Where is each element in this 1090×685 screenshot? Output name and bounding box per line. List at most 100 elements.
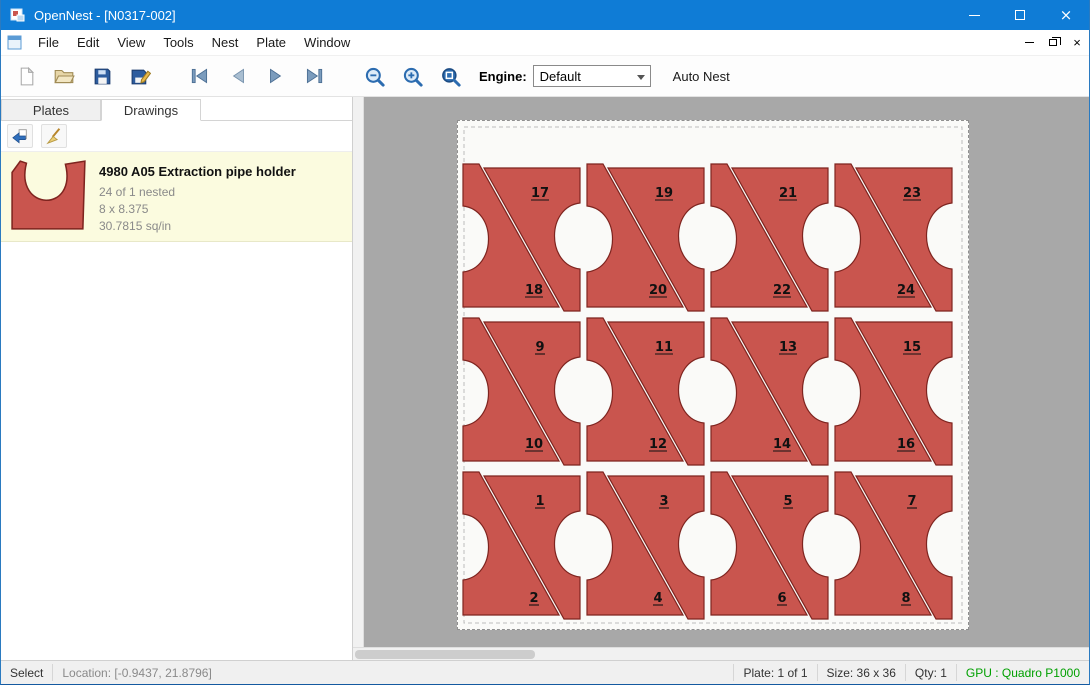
tabstrip: Plates Drawings bbox=[1, 97, 352, 121]
auto-nest-label[interactable]: Auto Nest bbox=[673, 69, 730, 84]
new-document-icon bbox=[16, 66, 37, 87]
nest-pair: 1718 bbox=[463, 164, 580, 311]
pan-to-part-icon bbox=[11, 127, 29, 145]
part-number: 15 bbox=[903, 340, 921, 355]
go-previous-button[interactable] bbox=[221, 60, 255, 92]
save-edit-icon bbox=[130, 66, 151, 87]
status-qty: Qty: 1 bbox=[906, 661, 956, 684]
nest-pair: 1516 bbox=[835, 318, 952, 465]
clear-button[interactable] bbox=[41, 124, 67, 148]
menu-view[interactable]: View bbox=[108, 31, 154, 54]
part-number: 21 bbox=[779, 186, 797, 201]
go-first-button[interactable] bbox=[183, 60, 217, 92]
drawing-nested-count: 24 of 1 nested bbox=[99, 184, 296, 201]
zoom-fit-button[interactable] bbox=[433, 60, 467, 92]
status-mode: Select bbox=[1, 661, 52, 684]
menu-tools[interactable]: Tools bbox=[154, 31, 202, 54]
nest-parts-root: 171819202122232491011121314151612345678 bbox=[463, 164, 952, 619]
part-number: 5 bbox=[783, 494, 792, 509]
mdi-close-button[interactable]: × bbox=[1065, 32, 1089, 54]
maximize-icon bbox=[1015, 10, 1025, 20]
part-number: 1 bbox=[535, 494, 544, 509]
engine-select[interactable]: Default bbox=[533, 65, 651, 87]
zoom-in-button[interactable] bbox=[395, 60, 429, 92]
menu-nest[interactable]: Nest bbox=[203, 31, 248, 54]
close-button[interactable]: × bbox=[1043, 0, 1089, 30]
go-next-icon bbox=[265, 65, 287, 87]
drawing-area: 30.7815 sq/in bbox=[99, 218, 296, 235]
go-first-icon bbox=[189, 65, 211, 87]
part-number: 24 bbox=[897, 283, 915, 298]
statusbar: Select Location: [-0.9437, 21.8796] Plat… bbox=[1, 660, 1089, 684]
menu-file[interactable]: File bbox=[29, 31, 68, 54]
app-icon bbox=[10, 7, 26, 23]
part-number: 13 bbox=[779, 340, 797, 355]
menubar: File Edit View Tools Nest Plate Window × bbox=[1, 30, 1089, 56]
part-thumbnail bbox=[9, 158, 89, 232]
nest-canvas[interactable]: 171819202122232491011121314151612345678 bbox=[353, 97, 1089, 660]
horizontal-scrollbar[interactable] bbox=[353, 647, 1089, 660]
part-number: 16 bbox=[897, 437, 915, 452]
nest-pair: 1920 bbox=[587, 164, 704, 311]
mdi-close-icon: × bbox=[1073, 36, 1081, 49]
toolbar: Engine: Default Auto Nest bbox=[1, 56, 1089, 97]
menu-plate[interactable]: Plate bbox=[247, 31, 295, 54]
part-number: 10 bbox=[525, 437, 543, 452]
maximize-button[interactable] bbox=[997, 0, 1043, 30]
left-panel: Plates Drawings bbox=[1, 97, 353, 660]
part-number: 4 bbox=[653, 591, 662, 606]
open-button[interactable] bbox=[47, 60, 81, 92]
plate[interactable]: 171819202122232491011121314151612345678 bbox=[457, 120, 969, 630]
go-last-icon bbox=[303, 65, 325, 87]
status-location: Location: [-0.9437, 21.8796] bbox=[53, 661, 220, 684]
part-number: 22 bbox=[773, 283, 791, 298]
zoom-out-icon bbox=[363, 65, 386, 88]
nest-pair: 910 bbox=[463, 318, 580, 465]
part-number: 23 bbox=[903, 186, 921, 201]
engine-value: Default bbox=[540, 69, 581, 84]
mdi-restore-icon bbox=[1049, 39, 1057, 46]
pan-to-part-button[interactable] bbox=[7, 124, 33, 148]
menu-edit[interactable]: Edit bbox=[68, 31, 108, 54]
drawing-dimensions: 8 x 8.375 bbox=[99, 201, 296, 218]
tab-plates[interactable]: Plates bbox=[1, 99, 101, 120]
mdi-restore-button[interactable] bbox=[1041, 32, 1065, 54]
window-title: OpenNest - [N0317-002] bbox=[34, 8, 951, 23]
menu-window[interactable]: Window bbox=[295, 31, 359, 54]
part-number: 7 bbox=[907, 494, 916, 509]
part-number: 18 bbox=[525, 283, 543, 298]
mdi-child-icon bbox=[7, 35, 23, 51]
save-icon bbox=[92, 66, 113, 87]
nest-parts-svg: 171819202122232491011121314151612345678 bbox=[458, 121, 968, 629]
scrollbar-thumb[interactable] bbox=[355, 650, 535, 659]
part-number: 19 bbox=[655, 186, 673, 201]
main-area: Plates Drawings bbox=[1, 97, 1089, 660]
new-button[interactable] bbox=[9, 60, 43, 92]
save-button[interactable] bbox=[85, 60, 119, 92]
save-as-button[interactable] bbox=[123, 60, 157, 92]
minimize-button[interactable] bbox=[951, 0, 997, 30]
part-number: 14 bbox=[773, 437, 791, 452]
close-icon: × bbox=[1060, 8, 1073, 23]
nest-pair: 12 bbox=[463, 472, 580, 619]
go-previous-icon bbox=[227, 65, 249, 87]
part-number: 2 bbox=[529, 591, 538, 606]
titlebar: OpenNest - [N0317-002] × bbox=[1, 0, 1089, 30]
go-last-button[interactable] bbox=[297, 60, 331, 92]
tab-drawings[interactable]: Drawings bbox=[101, 99, 201, 121]
mdi-minimize-button[interactable] bbox=[1017, 32, 1041, 54]
minimize-icon bbox=[969, 15, 980, 16]
status-size: Size: 36 x 36 bbox=[818, 661, 905, 684]
status-plate: Plate: 1 of 1 bbox=[734, 661, 816, 684]
part-number: 12 bbox=[649, 437, 667, 452]
nest-pair: 78 bbox=[835, 472, 952, 619]
nest-pair: 23 24 bbox=[835, 164, 952, 311]
zoom-out-button[interactable] bbox=[357, 60, 391, 92]
vertical-scrollbar[interactable] bbox=[353, 97, 364, 647]
part-number: 3 bbox=[659, 494, 668, 509]
go-next-button[interactable] bbox=[259, 60, 293, 92]
drawing-list-item[interactable]: 4980 A05 Extraction pipe holder 24 of 1 … bbox=[1, 151, 352, 242]
part-number: 6 bbox=[777, 591, 786, 606]
nest-pair: 21 22 bbox=[711, 164, 828, 311]
clear-broom-icon bbox=[45, 127, 63, 145]
